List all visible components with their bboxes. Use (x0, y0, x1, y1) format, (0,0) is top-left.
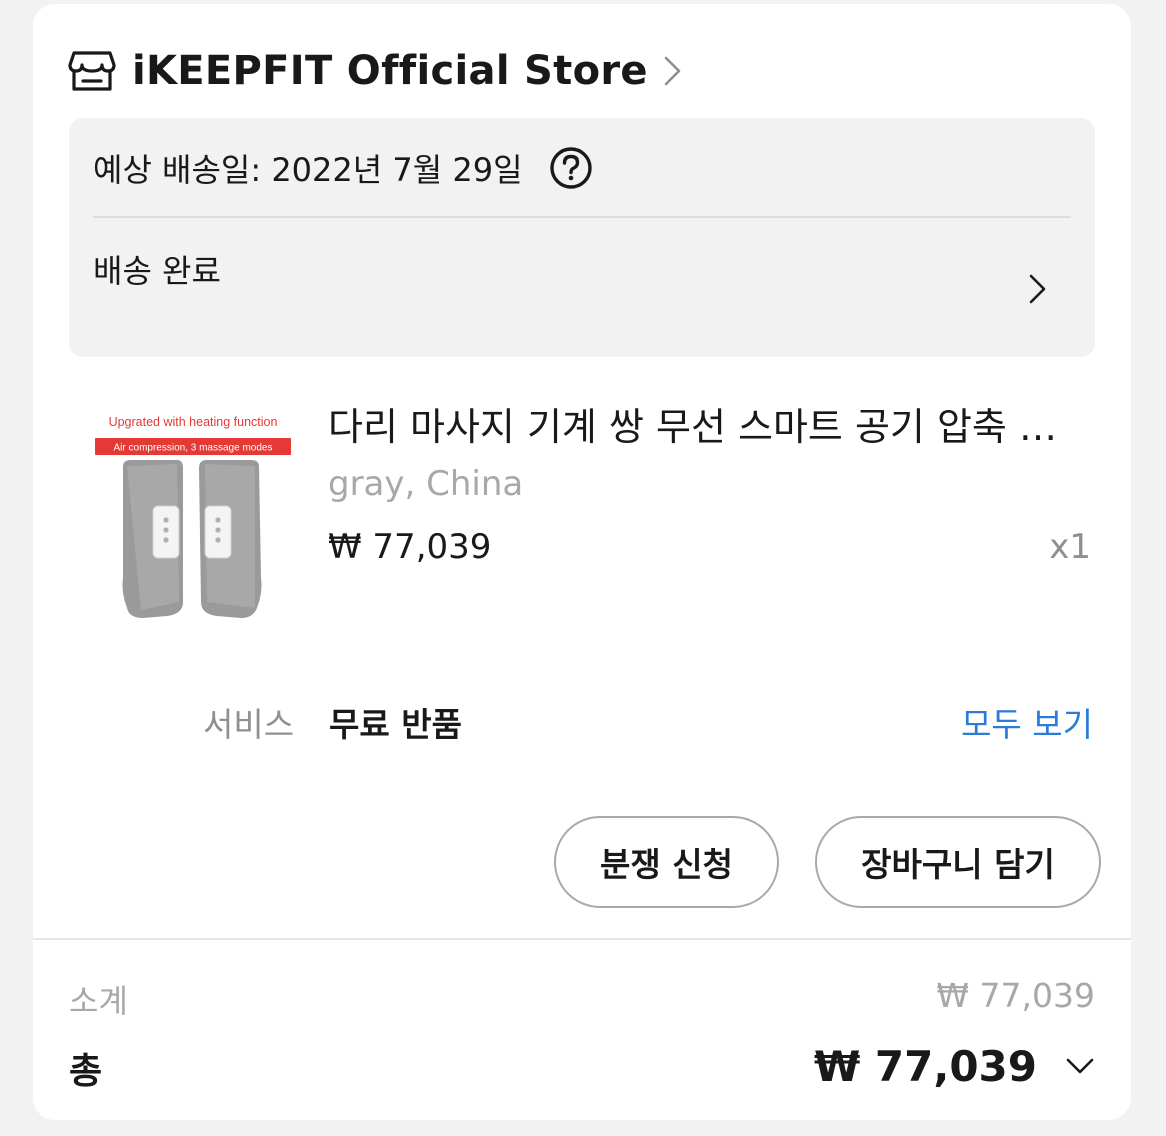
subtotal-label: 소계 (69, 982, 128, 1020)
product-variant: gray, China (328, 464, 524, 504)
question-circle-icon[interactable] (549, 146, 593, 190)
subtotal-value: ₩ 77,039 (936, 976, 1095, 1015)
delivery-panel: 예상 배송일: 2022년 7월 29일 배송 완료 (69, 118, 1095, 357)
delivery-date-row: 예상 배송일: 2022년 7월 29일 (93, 144, 593, 192)
chevron-right-icon (1029, 274, 1046, 304)
product-image[interactable]: Upgrated with heating function Air compr… (81, 402, 303, 624)
store-icon (68, 51, 116, 91)
delivery-status-row[interactable]: 배송 완료 (69, 218, 1095, 357)
section-divider (33, 938, 1131, 940)
product-title[interactable]: 다리 마사지 기계 쌍 무선 스마트 공기 압축 다리 마사지기 (328, 396, 1068, 451)
total-toggle[interactable]: ₩ 77,039 (814, 1038, 1095, 1094)
product-image-headline: Upgrated with heating function (109, 415, 278, 429)
add-to-cart-button[interactable]: 장바구니 담기 (815, 816, 1101, 908)
total-label: 총 (69, 1051, 103, 1092)
order-card: iKEEPFIT Official Store 예상 배송일: 2022년 7월… (33, 4, 1131, 1120)
delivery-status: 배송 완료 (93, 252, 221, 290)
dispute-button[interactable]: 분쟁 신청 (554, 816, 779, 908)
service-label: 서비스 (203, 705, 295, 744)
product-image-subline: Air compression, 3 massage modes (114, 443, 273, 454)
store-header[interactable]: iKEEPFIT Official Store (68, 44, 684, 98)
store-name[interactable]: iKEEPFIT Official Store (132, 48, 648, 94)
chevron-down-icon (1066, 1058, 1094, 1074)
view-all-link[interactable]: 모두 보기 (961, 698, 1093, 746)
total-value: ₩ 77,039 (813, 1041, 1037, 1091)
chevron-right-icon (664, 56, 681, 86)
service-value: 무료 반품 (329, 705, 462, 744)
estimated-delivery-date: 예상 배송일: 2022년 7월 29일 (93, 151, 523, 189)
product-quantity: x1 (1049, 527, 1091, 567)
product-price: ₩ 77,039 (328, 527, 492, 567)
